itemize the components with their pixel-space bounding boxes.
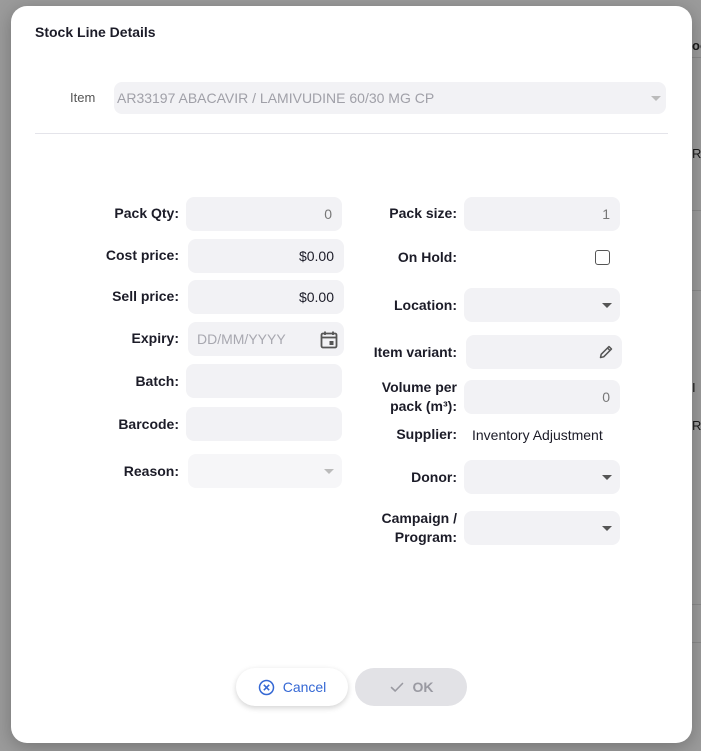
- check-icon: [389, 679, 405, 695]
- pack-qty-label: Pack Qty:: [114, 205, 179, 221]
- supplier-value: Inventory Adjustment: [472, 427, 603, 443]
- location-label: Location:: [394, 297, 457, 313]
- on-hold-label: On Hold:: [397, 249, 457, 265]
- sell-price-value: $0.00: [298, 289, 334, 305]
- campaign-program-select[interactable]: [464, 511, 620, 545]
- pack-size-value: 1: [602, 206, 610, 222]
- location-select[interactable]: [464, 288, 620, 322]
- dialog-title: Stock Line Details: [35, 24, 156, 40]
- stock-line-details-dialog: Stock Line Details Item AR33197 ABACAVIR…: [11, 6, 692, 743]
- supplier-label: Supplier:: [396, 426, 457, 442]
- item-label: Item: [70, 90, 96, 105]
- background-text: oo: [692, 38, 701, 53]
- chevron-down-icon: [602, 475, 612, 480]
- pack-qty-input[interactable]: 0: [186, 197, 342, 231]
- cost-price-value: $0.00: [298, 248, 334, 264]
- donor-label: Donor:: [411, 469, 457, 485]
- sell-price-input[interactable]: $0.00: [188, 280, 344, 314]
- batch-label: Batch:: [135, 373, 179, 389]
- chevron-down-icon: [324, 469, 334, 474]
- background-text: R: [692, 418, 701, 433]
- expiry-label: Expiry:: [131, 330, 179, 346]
- cost-price-input[interactable]: $0.00: [188, 239, 344, 273]
- campaign-program-label: Campaign / Program:: [351, 509, 457, 547]
- reason-select[interactable]: [188, 454, 342, 488]
- volume-per-pack-value: 0: [602, 389, 610, 405]
- expiry-placeholder: DD/MM/YYYY: [197, 331, 286, 347]
- cost-price-label: Cost price:: [105, 247, 179, 263]
- ok-button[interactable]: OK: [355, 668, 467, 706]
- pack-size-label: Pack size:: [389, 205, 457, 221]
- campaign-program-label-line2: Program:: [394, 529, 457, 545]
- barcode-label: Barcode:: [118, 416, 179, 432]
- cancel-button[interactable]: Cancel: [236, 668, 348, 706]
- cancel-button-label: Cancel: [282, 679, 327, 695]
- chevron-down-icon: [651, 96, 661, 101]
- header-divider: [35, 133, 668, 134]
- volume-per-pack-input[interactable]: 0: [464, 380, 620, 414]
- volume-per-pack-label-line1: Volume per: [381, 379, 457, 395]
- item-variant-input[interactable]: [466, 335, 622, 369]
- item-variant-label: Item variant:: [373, 344, 457, 360]
- item-select-value: AR33197 ABACAVIR / LAMIVUDINE 60/30 MG C…: [117, 90, 435, 106]
- background-text: R: [692, 146, 701, 161]
- on-hold-checkbox[interactable]: [595, 250, 610, 265]
- volume-per-pack-label-line2: pack (m³):: [390, 398, 457, 414]
- background-text: I: [692, 380, 696, 395]
- chevron-down-icon: [602, 526, 612, 531]
- pencil-icon[interactable]: [598, 344, 614, 360]
- cancel-circle-icon: [258, 679, 275, 696]
- campaign-program-label-line1: Campaign /: [381, 510, 457, 526]
- volume-per-pack-label: Volume per pack (m³):: [351, 378, 457, 416]
- sell-price-label: Sell price:: [112, 288, 179, 304]
- ok-button-label: OK: [412, 679, 434, 695]
- pack-qty-value: 0: [324, 206, 332, 222]
- expiry-date-input[interactable]: DD/MM/YYYY: [188, 322, 344, 356]
- donor-select[interactable]: [464, 460, 620, 494]
- item-select[interactable]: AR33197 ABACAVIR / LAMIVUDINE 60/30 MG C…: [114, 82, 666, 114]
- barcode-input[interactable]: [186, 407, 342, 441]
- batch-input[interactable]: [186, 364, 342, 398]
- calendar-icon[interactable]: [319, 330, 339, 350]
- reason-label: Reason:: [123, 463, 179, 479]
- pack-size-input[interactable]: 1: [464, 197, 620, 231]
- chevron-down-icon: [602, 303, 612, 308]
